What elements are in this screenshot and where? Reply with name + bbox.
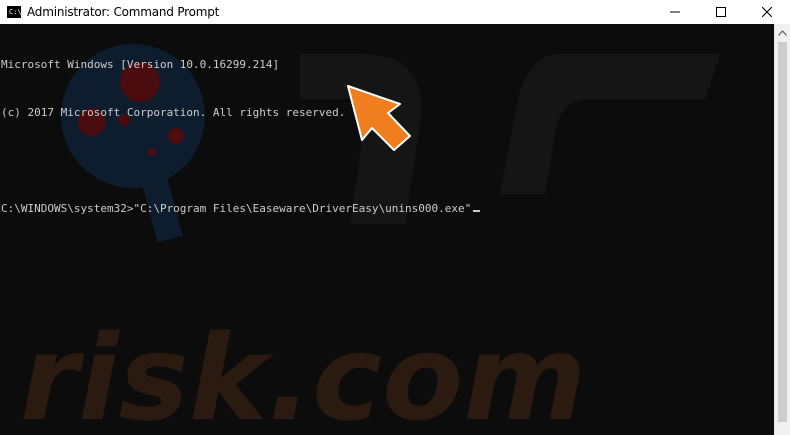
text-cursor xyxy=(473,210,481,212)
orange-arrow-annotation xyxy=(347,85,411,151)
close-icon xyxy=(762,7,772,17)
console-command-line: C:\WINDOWS\system32>"C:\Program Files\Ea… xyxy=(1,201,481,217)
window-controls xyxy=(652,0,790,24)
vertical-scrollbar[interactable] xyxy=(774,24,790,435)
minimize-icon xyxy=(670,11,680,13)
cmd-app-icon: C:\ xyxy=(7,6,22,18)
close-button[interactable] xyxy=(744,0,790,24)
watermark-text: risk.com xyxy=(20,309,586,435)
scroll-up-button[interactable] xyxy=(775,24,790,41)
scrollbar-thumb[interactable] xyxy=(778,42,787,422)
title-bar[interactable]: C:\ Administrator: Command Prompt xyxy=(0,0,790,24)
console-command-text: C:\WINDOWS\system32>"C:\Program Files\Ea… xyxy=(1,202,472,215)
maximize-icon xyxy=(716,7,726,17)
chevron-up-icon xyxy=(778,29,787,36)
maximize-button[interactable] xyxy=(698,0,744,24)
console-line: Microsoft Windows [Version 10.0.16299.21… xyxy=(1,58,280,71)
window-title: Administrator: Command Prompt xyxy=(27,5,220,19)
minimize-button[interactable] xyxy=(652,0,698,24)
command-prompt-window: C:\ Administrator: Command Prompt risk.c… xyxy=(0,0,790,435)
